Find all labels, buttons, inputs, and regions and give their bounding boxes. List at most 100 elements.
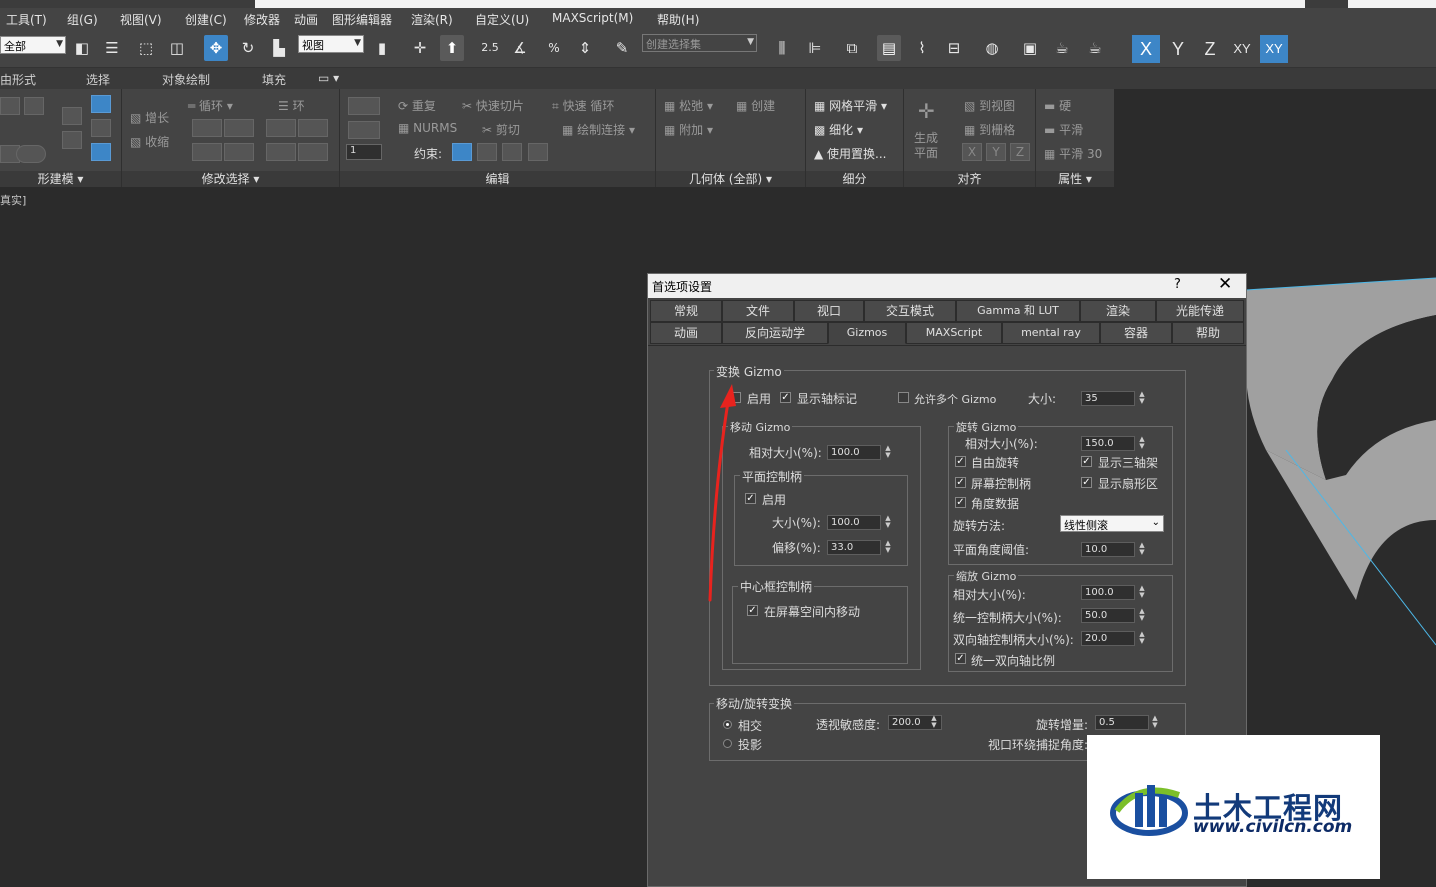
smooth-button[interactable]: ▬ 平滑 bbox=[1044, 121, 1083, 138]
material-editor-icon[interactable]: ◍ bbox=[980, 35, 1004, 61]
tab-general[interactable]: 常规 bbox=[650, 300, 722, 322]
loop-mode-icon[interactable] bbox=[192, 143, 222, 161]
render-setup-icon[interactable]: ▣ bbox=[1018, 35, 1042, 61]
ring-grow-icon[interactable] bbox=[266, 119, 296, 137]
ring-mode-icon[interactable] bbox=[266, 143, 296, 161]
uniform-handle-spinner[interactable]: ▲ ▼ bbox=[1137, 608, 1147, 623]
relax-button[interactable]: ▦ 松弛 ▾ bbox=[664, 97, 713, 114]
tab-selection[interactable]: 选择 bbox=[86, 71, 110, 88]
plane-size-spinner[interactable]: ▲ ▼ bbox=[883, 515, 893, 530]
group-geometry-label[interactable]: 几何体 (全部) ▾ bbox=[656, 171, 805, 187]
free-rotate-checkbox[interactable]: ✓ bbox=[955, 456, 966, 467]
use-displace-button[interactable]: ▲ 使用置换... bbox=[814, 145, 887, 162]
move-rel-size-input[interactable]: 100.0 bbox=[827, 445, 881, 460]
axis-y-button[interactable]: Y bbox=[1164, 35, 1192, 63]
plane-angle-input[interactable]: 10.0 bbox=[1081, 542, 1135, 557]
tab-rendering[interactable]: 渲染 bbox=[1080, 300, 1156, 322]
rotate-rel-size-spinner[interactable]: ▲ ▼ bbox=[1137, 436, 1147, 451]
menu-create[interactable]: 创建(C) bbox=[185, 11, 227, 28]
menu-view[interactable]: 视图(V) bbox=[120, 11, 162, 28]
sensitivity-spinner[interactable]: ▲ ▼ bbox=[929, 715, 939, 730]
allow-multiple-checkbox[interactable] bbox=[898, 392, 909, 403]
group-modify-selection-label[interactable]: 修改选择 ▾ bbox=[122, 171, 339, 187]
ring-shrink-icon[interactable] bbox=[298, 119, 328, 137]
manipulate-icon[interactable]: ✛ bbox=[408, 35, 432, 61]
menu-tools[interactable]: 工具(T) bbox=[6, 11, 47, 28]
ring-button[interactable]: ☰ 环 bbox=[278, 97, 305, 114]
screen-handle-checkbox[interactable]: ✓ bbox=[955, 477, 966, 488]
tab-help[interactable]: 帮助 bbox=[1172, 322, 1244, 344]
search-area[interactable] bbox=[1348, 0, 1436, 8]
plane-angle-spinner[interactable]: ▲ ▼ bbox=[1137, 542, 1147, 557]
axis-xy-cycle-button[interactable]: XY bbox=[1260, 35, 1288, 63]
create-button[interactable]: ▦ 创建 bbox=[736, 97, 775, 114]
quickslice-button[interactable]: ✂ 快速切片 bbox=[462, 97, 524, 114]
scale-rel-size-input[interactable]: 100.0 bbox=[1081, 585, 1135, 600]
group-edit-label[interactable]: 编辑 bbox=[340, 171, 655, 187]
tab-mental-ray[interactable]: mental ray bbox=[1002, 322, 1100, 344]
make-planar-icon[interactable]: ✛ bbox=[918, 99, 935, 123]
axis-z-button[interactable]: Z bbox=[1196, 35, 1224, 63]
circle-icon[interactable] bbox=[16, 145, 46, 163]
ribbon-options-icon[interactable]: ▭ ▾ bbox=[318, 71, 339, 85]
axis-x-button[interactable]: X bbox=[1132, 35, 1160, 63]
show-axis-labels-checkbox[interactable]: ✓ bbox=[780, 392, 791, 403]
help-button[interactable]: ? bbox=[1174, 277, 1181, 292]
shrink-button[interactable]: ▧ 收缩 bbox=[130, 133, 169, 150]
tab-gizmos[interactable]: Gizmos bbox=[828, 322, 906, 344]
project-radio[interactable] bbox=[723, 739, 732, 748]
preserve-uv-icon[interactable] bbox=[348, 97, 380, 115]
group-subdivision-label[interactable]: 细分 bbox=[806, 171, 903, 187]
grow-button[interactable]: ▧ 增长 bbox=[130, 109, 169, 126]
move-rel-size-spinner[interactable]: ▲ ▼ bbox=[883, 445, 893, 460]
tab-animation[interactable]: 动画 bbox=[650, 322, 722, 344]
rect-selection-icon[interactable]: ⬚ bbox=[134, 35, 158, 61]
tab-freeform[interactable]: 由形式 bbox=[0, 71, 36, 88]
nurms-button[interactable]: ▦ NURMS bbox=[398, 121, 457, 135]
rotate-icon[interactable]: ↻ bbox=[236, 35, 260, 61]
menu-maxscript[interactable]: MAXScript(M) bbox=[552, 11, 633, 25]
menu-rendering[interactable]: 渲染(R) bbox=[411, 11, 453, 28]
make-planar-label[interactable]: 生成平面 bbox=[914, 131, 940, 161]
group-align-label[interactable]: 对齐 bbox=[904, 171, 1035, 187]
angle-snap-icon[interactable]: ∡ bbox=[508, 35, 532, 61]
reference-coord-dropdown[interactable]: 视图 ▼ bbox=[298, 35, 364, 53]
pivot-icon[interactable]: ▮ bbox=[370, 35, 394, 61]
box-icon[interactable] bbox=[24, 97, 44, 115]
to-grid-button[interactable]: ▦ 到栅格 bbox=[964, 121, 1015, 138]
menu-graph-editors[interactable]: 图形编辑器 bbox=[332, 11, 392, 28]
ring-mode2-icon[interactable] bbox=[298, 143, 328, 161]
scale-rel-size-spinner[interactable]: ▲ ▼ bbox=[1137, 585, 1147, 600]
move-down-icon[interactable] bbox=[62, 131, 82, 149]
rotate-increment-spinner[interactable]: ▲ ▼ bbox=[1150, 715, 1160, 730]
move-icon[interactable]: ✥ bbox=[204, 35, 228, 61]
rotate-increment-input[interactable]: 0.5 bbox=[1095, 715, 1149, 730]
render-icon[interactable]: ☕ bbox=[1083, 35, 1107, 61]
tweak-icon[interactable] bbox=[348, 121, 380, 139]
plane-size-input[interactable]: 100.0 bbox=[827, 515, 881, 530]
group-modeling-label[interactable]: 形建模 ▾ bbox=[0, 171, 121, 187]
selection-filter-dropdown[interactable]: 全部 ▼ bbox=[0, 36, 66, 54]
window-crossing-icon[interactable]: ◫ bbox=[165, 35, 189, 61]
tab-files[interactable]: 文件 bbox=[722, 300, 794, 322]
viewport-3d-object[interactable] bbox=[1246, 270, 1436, 650]
percent-snap-icon[interactable]: % bbox=[542, 35, 566, 61]
spinner-input[interactable]: 1 bbox=[346, 144, 382, 160]
preview-icon[interactable] bbox=[91, 119, 111, 137]
render-frame-icon[interactable]: ☕ bbox=[1050, 35, 1074, 61]
plane-offset-input[interactable]: 33.0 bbox=[827, 540, 881, 555]
tessellate-button[interactable]: ▩ 细化 ▾ bbox=[814, 121, 863, 138]
move-up-icon[interactable] bbox=[62, 107, 82, 125]
loop-button[interactable]: ═ 循环 ▾ bbox=[188, 97, 233, 114]
show-sector-checkbox[interactable]: ✓ bbox=[1081, 477, 1092, 488]
layer-manager-icon[interactable]: ⧉ bbox=[840, 35, 864, 61]
uniform-dual-checkbox[interactable]: ✓ bbox=[955, 653, 966, 664]
tab-inverse-kinematics[interactable]: 反向运动学 bbox=[722, 322, 828, 344]
dual-axis-input[interactable]: 20.0 bbox=[1081, 631, 1135, 646]
meshsmooth-button[interactable]: ▦ 网格平滑 ▾ bbox=[814, 97, 887, 114]
quickloop-button[interactable]: ⌗ 快速 循环 bbox=[552, 97, 614, 114]
menu-animation[interactable]: 动画 bbox=[294, 11, 318, 28]
plane-offset-spinner[interactable]: ▲ ▼ bbox=[883, 540, 893, 555]
keyboard-shortcut-icon[interactable]: ⬆ bbox=[440, 35, 464, 61]
by-angle-icon[interactable] bbox=[91, 143, 111, 161]
